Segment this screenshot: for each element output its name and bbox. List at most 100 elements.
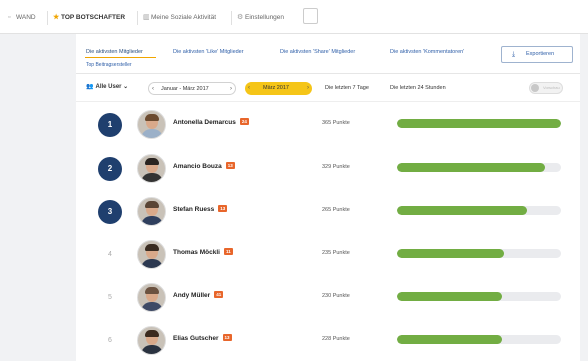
tab-divider xyxy=(231,11,232,25)
top-navigation: ▫ WAND ★ TOP BOTSCHAFTER ▥Meine Soziale Ak… xyxy=(0,0,588,34)
quarter-range-label: Januar - März 2017 xyxy=(161,86,209,92)
preview-toggle[interactable]: Vorschau xyxy=(529,82,563,94)
download-icon: ⤓ xyxy=(512,51,516,58)
avatar[interactable] xyxy=(137,326,166,355)
member-name-cell: Andy Müller 41 xyxy=(173,291,224,299)
member-name-cell: Elias Gutscher 13 xyxy=(173,334,232,342)
subtab-share-mitglieder[interactable]: Die aktivsten 'Share' Mitglieder xyxy=(280,49,355,55)
list-item[interactable]: 4 Thomas Möckli 11 235 Punkte xyxy=(76,233,580,276)
avatar[interactable] xyxy=(137,283,166,312)
tab-einstellungen[interactable]: ⚙ Einstellungen xyxy=(237,11,284,25)
rank-indicator: 5 xyxy=(108,294,112,301)
export-button-label: Exportieren xyxy=(526,51,555,57)
last-24-hours-link[interactable]: Die letzten 24 Stunden xyxy=(390,85,446,91)
member-name-cell: Stefan Ruess 13 xyxy=(173,205,228,213)
points-value: 235 Punkte xyxy=(322,250,350,256)
month-selector[interactable]: ‹ März 2017 › xyxy=(245,82,312,95)
points-value: 365 Punkte xyxy=(322,120,350,126)
list-item[interactable]: 6 Elias Gutscher 13 228 Punkte xyxy=(76,319,580,361)
last-7-days-link[interactable]: Die letzten 7 Tage xyxy=(325,85,369,91)
tab-top-botschafter[interactable]: ★ TOP BOTSCHAFTER xyxy=(53,11,125,25)
subtab-kommentatoren[interactable]: Die aktivsten 'Kommentatoren' xyxy=(390,49,464,55)
points-value: 329 Punkte xyxy=(322,164,350,170)
tab-divider xyxy=(137,11,138,25)
progress-bar-fill xyxy=(397,335,502,344)
rank-indicator: 1 xyxy=(98,113,122,137)
member-name[interactable]: Antonella Demarcus xyxy=(173,119,236,126)
subtab-like-mitglieder[interactable]: Die aktivsten 'Like' Mitglieder xyxy=(173,49,244,55)
progress-bar xyxy=(397,292,561,301)
rank-indicator: 6 xyxy=(108,337,112,344)
progress-bar xyxy=(397,206,561,215)
progress-bar-fill xyxy=(397,292,502,301)
list-item[interactable]: 3 Stefan Ruess 13 265 Punkte xyxy=(76,190,580,233)
tab-wand[interactable]: ▫ WAND xyxy=(8,11,36,25)
leaderboard-panel: Die aktivsten Mitglieder Die aktivsten '… xyxy=(76,34,580,361)
gear-icon: ⚙ xyxy=(237,14,244,21)
tab-top-botschafter-label: TOP BOTSCHAFTER xyxy=(61,14,126,21)
progress-bar-fill xyxy=(397,163,545,172)
month-label: März 2017 xyxy=(263,85,289,91)
export-button[interactable]: ⤓ Exportieren xyxy=(501,46,573,63)
chevron-right-icon[interactable]: › xyxy=(230,83,232,96)
avatar[interactable] xyxy=(137,110,166,139)
avatar[interactable] xyxy=(137,197,166,226)
rank-indicator: 2 xyxy=(98,157,122,181)
member-name[interactable]: Elias Gutscher xyxy=(173,335,219,342)
avatar[interactable] xyxy=(137,154,166,183)
rank-indicator: 4 xyxy=(108,251,112,258)
list-item[interactable]: 5 Andy Müller 41 230 Punkte xyxy=(76,276,580,319)
member-name[interactable]: Stefan Ruess xyxy=(173,206,214,213)
points-value: 230 Punkte xyxy=(322,293,350,299)
activity-badge: 13 xyxy=(222,334,232,341)
tab-einstellungen-label: Einstellungen xyxy=(245,14,285,21)
square-icon: ▫ xyxy=(8,14,11,21)
users-icon: 👥 xyxy=(86,84,94,90)
activity-badge: 24 xyxy=(239,118,249,125)
activity-badge: 13 xyxy=(218,205,228,212)
progress-bar xyxy=(397,335,561,344)
chevron-left-icon[interactable]: ‹ xyxy=(248,82,250,95)
member-name[interactable]: Andy Müller xyxy=(173,292,210,299)
member-name-cell: Amancio Bouza 13 xyxy=(173,162,235,170)
toggle-knob xyxy=(531,84,539,92)
list-item[interactable]: 2 Amancio Bouza 13 329 Punkte xyxy=(76,147,580,190)
user-filter-dropdown[interactable]: 👥 Alle User ⌄ xyxy=(86,83,128,90)
subtab-bar: Die aktivsten Mitglieder Die aktivsten '… xyxy=(76,34,580,74)
tab-soziale-aktivitaet[interactable]: ▥Meine Soziale Aktivität xyxy=(143,11,216,25)
activity-badge: 41 xyxy=(214,291,224,298)
member-name[interactable]: Amancio Bouza xyxy=(173,163,222,170)
points-value: 228 Punkte xyxy=(322,336,350,342)
member-name-cell: Antonella Demarcus 24 xyxy=(173,118,249,126)
chevron-right-icon[interactable]: › xyxy=(307,82,309,95)
tab-soziale-aktivitaet-label: Meine Soziale Aktivität xyxy=(151,14,217,21)
chart-icon: ▥ xyxy=(143,14,150,21)
subtab-aktivste-mitglieder[interactable]: Die aktivsten Mitglieder xyxy=(86,49,143,55)
progress-bar xyxy=(397,119,561,128)
toggle-label: Vorschau xyxy=(543,85,560,90)
active-subtab-indicator xyxy=(85,57,156,58)
activity-badge: 13 xyxy=(225,162,235,169)
chevron-down-icon: ⌄ xyxy=(123,84,129,90)
rank-indicator: 3 xyxy=(98,200,122,224)
filter-bar: 👥 Alle User ⌄ ‹ Januar - März 2017 › ‹ Mä… xyxy=(76,74,580,102)
more-button[interactable] xyxy=(303,8,318,24)
star-icon: ★ xyxy=(53,14,60,21)
progress-bar-fill xyxy=(397,249,504,258)
progress-bar-fill xyxy=(397,206,527,215)
chevron-left-icon[interactable]: ‹ xyxy=(152,83,154,96)
progress-bar-fill xyxy=(397,119,561,128)
progress-bar xyxy=(397,163,561,172)
member-name[interactable]: Thomas Möckli xyxy=(173,249,220,256)
points-value: 265 Punkte xyxy=(322,207,350,213)
avatar[interactable] xyxy=(137,240,166,269)
tab-wand-label: WAND xyxy=(16,14,36,21)
progress-bar xyxy=(397,249,561,258)
subtab-top-beitragsersteller[interactable]: Top Beitragsersteller xyxy=(86,62,132,68)
activity-badge: 11 xyxy=(223,248,233,255)
tab-divider xyxy=(47,11,48,25)
member-name-cell: Thomas Möckli 11 xyxy=(173,248,233,256)
user-filter-value: Alle User xyxy=(95,84,122,90)
list-item[interactable]: 1 Antonella Demarcus 24 365 Punkte xyxy=(76,103,580,146)
quarter-range-selector[interactable]: ‹ Januar - März 2017 › xyxy=(148,82,236,95)
